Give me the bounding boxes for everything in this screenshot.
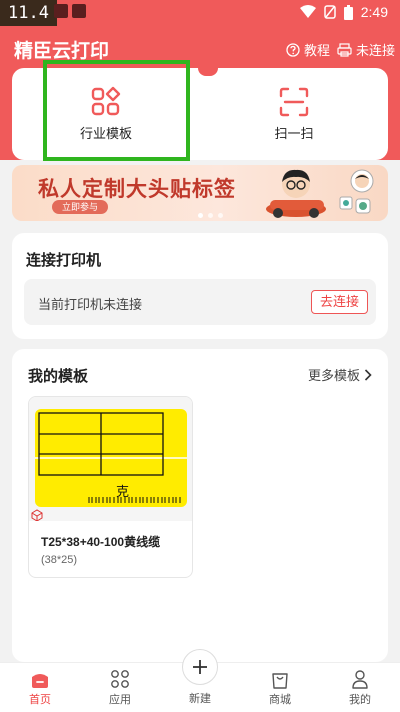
status-time-badge: 11.4 — [0, 0, 57, 26]
template-preview — [31, 409, 187, 522]
tutorial-label: 教程 — [304, 43, 331, 58]
printer-status-box: 当前打印机未连接 去连接 — [24, 279, 376, 325]
printer-connection-button[interactable]: 未连接 — [337, 40, 395, 59]
banner-dot[interactable] — [218, 213, 223, 218]
banner-dot[interactable] — [208, 213, 213, 218]
nav-home-label: 首页 — [29, 694, 51, 706]
connect-printer-button[interactable]: 去连接 — [310, 290, 368, 314]
nav-new-button[interactable] — [182, 649, 218, 685]
more-templates-link[interactable]: 更多模板 — [308, 365, 372, 384]
more-templates-label: 更多模板 — [307, 368, 360, 383]
bottom-navigation: 首页 应用 新建 商城 我的 — [0, 649, 400, 712]
notification-icon — [72, 4, 86, 18]
connection-status-label: 未连接 — [356, 43, 396, 58]
scan-button[interactable]: 扫一扫 — [200, 68, 388, 160]
box-icon — [31, 509, 43, 522]
help-icon — [286, 42, 300, 57]
template-thumbnail: 克 — [29, 397, 192, 522]
nav-shop[interactable]: 商城 — [250, 669, 310, 707]
home-icon — [32, 674, 48, 688]
apps-icon — [111, 670, 129, 688]
industry-templates-button[interactable]: 行业模板 — [12, 68, 200, 160]
shop-bag-icon — [272, 673, 288, 689]
nav-apps[interactable]: 应用 — [90, 669, 150, 707]
industry-templates-label: 行业模板 — [79, 126, 132, 141]
quick-tools-card: 行业模板 扫一扫 — [12, 68, 388, 160]
nav-profile[interactable]: 我的 — [330, 669, 390, 707]
templates-section-title: 我的模板 — [28, 368, 89, 385]
banner-pagination — [198, 213, 223, 218]
status-bar: 11.4 2:49 — [0, 0, 400, 26]
scan-label: 扫一扫 — [274, 126, 314, 141]
promo-banner[interactable]: 私人定制大头贴标签 立即参与 — [12, 165, 388, 221]
nav-shop-label: 商城 — [269, 694, 291, 706]
banner-join-button[interactable]: 立即参与 — [52, 200, 109, 214]
battery-icon — [343, 4, 353, 20]
app-title: 精臣云打印 — [14, 41, 110, 62]
no-sim-icon — [324, 5, 336, 19]
template-size: (38*25) — [41, 554, 78, 566]
status-clock: 2:49 — [360, 4, 388, 20]
notification-icon — [54, 4, 68, 18]
banner-dot[interactable] — [198, 213, 203, 218]
plus-icon — [193, 660, 207, 674]
printer-section-title: 连接打印机 — [26, 252, 102, 269]
template-thumb-text: 克 — [116, 484, 130, 499]
tutorial-button[interactable]: 教程 — [286, 40, 330, 59]
banner-illustration — [266, 169, 374, 218]
grid-shapes-icon — [91, 86, 121, 116]
person-icon — [352, 670, 368, 689]
template-item[interactable]: 克 T25*38+40-100黄线缆 (38*25) — [28, 396, 193, 578]
nav-new-label[interactable]: 新建 — [170, 690, 230, 706]
nav-apps-label: 应用 — [109, 694, 131, 706]
template-name: T25*38+40-100黄线缆 — [41, 535, 161, 549]
app-header: 精臣云打印 教程 未连接 — [0, 30, 400, 66]
printer-status-text: 当前打印机未连接 — [38, 297, 143, 312]
scan-icon — [279, 87, 309, 117]
chevron-right-icon — [364, 368, 372, 381]
my-templates-card: 我的模板 更多模板 克 T25*38+40-100黄线缆 (38*25) — [12, 349, 388, 662]
status-indicators: 2:49 — [299, 4, 388, 20]
banner-title: 私人定制大头贴标签 — [38, 178, 236, 201]
nav-profile-label: 我的 — [349, 694, 371, 706]
printer-icon — [337, 42, 352, 57]
printer-card: 连接打印机 当前打印机未连接 去连接 — [12, 233, 388, 339]
wifi-icon — [299, 5, 316, 18]
nav-home[interactable]: 首页 — [10, 669, 70, 707]
